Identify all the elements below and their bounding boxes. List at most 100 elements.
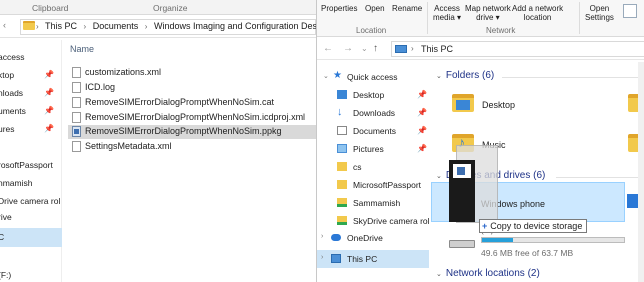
nav-item-skydrive-camera-roll[interactable]: SkyDrive camera rol (317, 212, 430, 230)
pc-icon (331, 254, 341, 263)
nav-item[interactable]: ures 📌 (0, 120, 62, 139)
section-divider (502, 77, 642, 78)
plus-icon: + (482, 221, 488, 231)
forward-arrow-icon[interactable]: → (343, 43, 353, 54)
chevron-down-icon: ⌄ (436, 173, 442, 180)
nav-item-this-pc[interactable]: C (0, 228, 62, 247)
breadcrumb-this-pc[interactable]: This PC (421, 44, 453, 54)
star-icon: ★ (333, 70, 342, 81)
drive-capacity-fill (482, 238, 514, 242)
drive-icon (449, 240, 475, 248)
navigation-pane: access ktop 📌 nloads 📌 uments 📌 ures 📌 rosof… (0, 40, 62, 282)
drive-free-space: 49.6 MB free of 63.7 MB (481, 248, 574, 258)
nav-item-microsoftpassport[interactable]: MicrosoftPassport (317, 176, 429, 194)
pin-icon: 📌 (417, 90, 427, 99)
desktop-icon (337, 90, 347, 99)
documents-icon (337, 126, 347, 135)
nav-item[interactable]: access (0, 48, 62, 67)
ribbon-group-clipboard: Clipboard (32, 3, 69, 13)
breadcrumb-separator-icon: › (83, 22, 87, 31)
nav-item-cs[interactable]: cs (317, 158, 429, 176)
nav-item-desktop[interactable]: Desktop 📌 (317, 86, 429, 104)
folder-icon (337, 162, 347, 171)
pin-icon: 📌 (417, 108, 427, 117)
rename-button[interactable]: Rename (392, 4, 422, 13)
file-row[interactable]: RemoveSIMErrorDialogPromptWhenNoSim.icdp… (68, 111, 316, 125)
pictures-icon (337, 144, 347, 153)
file-row-selected[interactable]: RemoveSIMErrorDialogPromptWhenNoSim.ppkg (68, 125, 316, 139)
file-row[interactable]: ICD.log (68, 81, 316, 95)
ribbon-separator (579, 2, 580, 34)
nav-item-downloads[interactable]: ↓ Downloads 📌 (317, 104, 429, 122)
breadcrumb: › This PC › Documents › Windows Imaging … (36, 21, 316, 31)
chevron-down-icon: ⌄ (436, 271, 442, 278)
nav-item-quick-access[interactable]: ⌄ ★ Quick access (317, 68, 429, 86)
nav-item[interactable]: ktop 📌 (0, 66, 62, 85)
desktop-overlay-icon (456, 100, 470, 110)
pc-icon (395, 45, 407, 53)
navigation-pane: ⌄ ★ Quick access Desktop 📌 ↓ Downloads 📌… (317, 62, 430, 282)
up-arrow-icon[interactable]: ↑ (373, 43, 378, 54)
breadcrumb-separator-icon: › (36, 22, 39, 31)
breadcrumb-documents[interactable]: Documents (93, 21, 139, 31)
ribbon-group-network: Network (486, 26, 516, 35)
ribbon-group-strip: Clipboard Organize (0, 0, 316, 15)
section-header-folders[interactable]: ⌄ Folders (6) (436, 70, 494, 81)
map-network-drive-button[interactable]: Map network drive ▾ (465, 4, 511, 22)
nav-item[interactable]: nmamish (0, 174, 62, 193)
breadcrumb-this-pc[interactable]: This PC (45, 21, 77, 31)
breadcrumb-current-folder[interactable]: Windows Imaging and Configuration Desi (154, 21, 316, 31)
nav-item-onedrive[interactable]: › OneDrive (317, 229, 429, 247)
drag-tooltip: + Copy to device storage (479, 219, 588, 233)
file-row[interactable]: SettingsMetadata.xml (68, 140, 316, 154)
pin-icon: 📌 (417, 144, 427, 153)
address-bar: ← → ⌄ ↑ › This PC (317, 38, 644, 60)
open-settings-button[interactable]: Open Settings (585, 4, 614, 22)
file-list: Name customizations.xml ICD.log RemoveSI… (62, 40, 316, 282)
nav-item[interactable]: nloads 📌 (0, 84, 62, 103)
cloud-icon (331, 234, 341, 241)
section-divider (556, 177, 642, 178)
dragged-file-icon (449, 160, 475, 222)
open-button[interactable]: Open (365, 4, 385, 13)
access-media-button[interactable]: Access media ▾ (433, 4, 461, 22)
chevron-down-icon[interactable]: ⌄ (323, 72, 329, 80)
ppkg-file-icon (72, 126, 81, 137)
properties-button[interactable]: Properties (321, 4, 357, 13)
nav-item[interactable]: rive (0, 208, 62, 227)
ribbon-group-organize: Organize (153, 3, 188, 13)
download-icon: ↓ (337, 106, 343, 118)
manage-icon[interactable] (623, 4, 637, 18)
pin-icon: 📌 (44, 124, 54, 133)
nav-item-this-pc[interactable]: › This PC (317, 250, 429, 268)
left-explorer-window: Clipboard Organize ‹ › This PC › Documen… (0, 0, 316, 282)
nav-item[interactable]: rosoftPassport (0, 156, 62, 175)
xml-file-icon (72, 112, 81, 123)
nav-item[interactable]: uments 📌 (0, 102, 62, 121)
recent-locations-chevron-icon[interactable]: ‹ (3, 20, 6, 30)
nav-item-sammamish[interactable]: Sammamish (317, 194, 429, 212)
right-explorer-window: Properties Open Rename Location Access m… (316, 0, 644, 282)
section-header-network[interactable]: ⌄ Network locations (2) (436, 268, 540, 279)
sync-folder-icon (337, 198, 347, 207)
ribbon-group-location: Location (356, 26, 387, 35)
folder-tile-desktop[interactable]: Desktop (482, 100, 515, 110)
file-row[interactable]: RemoveSIMErrorDialogPromptWhenNoSim.cat (68, 96, 316, 110)
add-network-location-button[interactable]: Add a network location (512, 4, 563, 22)
xml-file-icon (72, 67, 81, 78)
folder-icon (23, 21, 35, 31)
back-arrow-icon[interactable]: ← (323, 43, 333, 54)
nav-item-drive-f[interactable]: (F:) (0, 266, 62, 282)
file-row[interactable]: customizations.xml (68, 66, 316, 80)
breadcrumb-separator-icon: › (411, 44, 414, 53)
chevron-right-icon[interactable]: › (321, 233, 323, 240)
ribbon-separator (427, 2, 428, 34)
recent-locations-chevron-icon[interactable]: ⌄ (361, 44, 368, 53)
column-header-name[interactable]: Name (70, 44, 94, 54)
address-bar: ‹ › This PC › Documents › Windows Imagin… (0, 16, 316, 38)
vertical-scrollbar[interactable] (638, 62, 644, 282)
nav-item-documents[interactable]: Documents 📌 (317, 122, 429, 140)
nav-item-pictures[interactable]: Pictures 📌 (317, 140, 429, 158)
pin-icon: 📌 (44, 88, 54, 97)
chevron-right-icon[interactable]: › (321, 254, 323, 261)
